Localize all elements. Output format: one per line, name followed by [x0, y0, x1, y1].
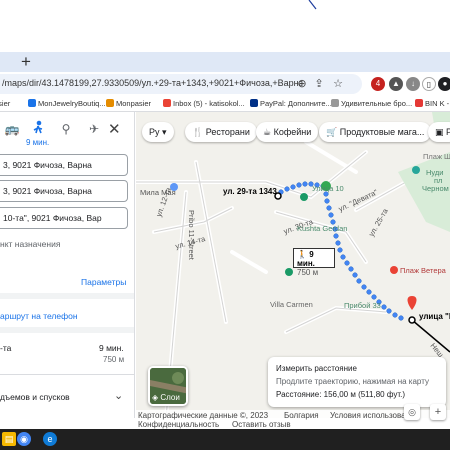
plane-icon[interactable]: ✈	[86, 122, 102, 138]
page-icon	[331, 99, 339, 107]
divider	[0, 293, 134, 299]
paypal-icon	[250, 99, 258, 107]
location-icon[interactable]: ◎	[404, 404, 420, 420]
more-chip[interactable]: ▣ Р	[428, 122, 450, 142]
address-bar[interactable]: /maps/dir/43.1478199,27.9330509/ул.+29-т…	[0, 74, 362, 94]
os-taskbar	[0, 429, 450, 450]
waypoint-input[interactable]: 3, 9021 Фичоза, Варна	[0, 154, 128, 176]
poi-label: Прибой 33	[344, 301, 381, 310]
measure-distance: Расстояние: 156,00 м (511,80 фут.)	[276, 390, 405, 399]
url-text: /maps/dir/43.1478199,27.9330509/ул.+29-т…	[2, 78, 302, 88]
divider	[0, 327, 134, 333]
measure-point-icon[interactable]	[408, 316, 416, 324]
bookmark-item[interactable]: Удивительные бро...	[331, 99, 412, 108]
walking-icon	[33, 120, 43, 134]
new-tab-plus-icon[interactable]: +	[18, 53, 34, 70]
route-time-callout[interactable]: 🚶 9 мин. 750 м	[293, 248, 335, 277]
cafes-chip[interactable]: ☕ Кофейни	[256, 122, 319, 142]
extension-puzzle-icon[interactable]: ▲	[389, 77, 403, 91]
chevron-down-icon[interactable]: ⌄	[114, 389, 123, 402]
poi-label: Villa Carmen	[270, 300, 313, 309]
bookmark-item[interactable]: PayPal: Дополните...	[250, 99, 332, 108]
destination-label: улица "Пр	[419, 312, 450, 321]
walking-icon: 🚶	[297, 250, 307, 259]
bookmark-item[interactable]: Inbox (5) - katisokol...	[163, 99, 245, 108]
bookmark-item[interactable]: Monpasier	[106, 99, 151, 108]
restaurants-chip[interactable]: 🍴 Ресторани	[185, 122, 257, 142]
chrome-icon[interactable]: ◉	[17, 432, 31, 446]
layers-icon: ◈	[152, 393, 159, 402]
bicycle-icon[interactable]: ⚲	[58, 122, 74, 138]
site-icon	[106, 99, 114, 107]
destination-pin-icon[interactable]	[407, 296, 417, 310]
feedback-link[interactable]: Оставить отзыв	[232, 420, 291, 429]
add-destination-link[interactable]: нкт назначения	[0, 239, 60, 249]
tab-strip	[0, 52, 450, 72]
zoom-icon[interactable]: ⊕	[295, 77, 309, 91]
share-icon[interactable]: ⇪	[312, 77, 326, 91]
route-name[interactable]: -та	[0, 343, 11, 353]
download-icon[interactable]: ↓	[406, 77, 420, 91]
walking-time-label: 9 мин.	[26, 138, 50, 147]
extension-badge-icon[interactable]: 4	[371, 77, 385, 91]
bookmark-item[interactable]: asier	[0, 99, 10, 108]
gmail-icon	[163, 99, 171, 107]
groceries-chip[interactable]: 🛒 Продуктовые мага...	[319, 122, 432, 142]
layers-button[interactable]: ◈ Слои	[148, 366, 188, 406]
waypoint-input[interactable]: 3, 9021 Фичоза, Варна	[0, 180, 128, 202]
elevation-section[interactable]: дъемов и спусков	[0, 392, 70, 402]
privacy-link[interactable]: Конфиденциальность	[138, 420, 219, 429]
beach-label: Плаж Шев	[423, 152, 450, 161]
route-distance: 750 м	[103, 355, 125, 364]
edge-icon[interactable]: e	[43, 432, 57, 446]
directions-panel: 🚌 9 мин. ⚲ ✈ ✕ 3, 9021 Фичоза, Варна 3, …	[0, 112, 135, 418]
bookmark-star-icon[interactable]: ☆	[331, 77, 345, 91]
profile-avatar[interactable]: ●	[438, 77, 450, 91]
divider	[0, 374, 134, 375]
language-chip[interactable]: Ру ▾	[142, 122, 174, 142]
poi-label: Kushta Gerdan	[297, 224, 348, 233]
cursor-icon	[308, 0, 317, 10]
route-time: 9 мин.	[99, 343, 124, 353]
sidepanel-icon[interactable]: ▯	[422, 77, 436, 91]
street-label: Pribo 11-Street	[187, 210, 196, 260]
bookmarks-bar: asier MonJewelryBoutiq... Monpasier Inbo…	[0, 96, 450, 112]
poi-label: Улица 10	[312, 184, 344, 193]
start-address-label: ул. 29-та 1343	[223, 187, 277, 196]
map-data-credit: Картографические данные ©, 2023	[138, 411, 269, 420]
poi-label: Черном	[422, 184, 449, 193]
transit-icon[interactable]: 🚌	[4, 122, 20, 138]
site-icon	[415, 99, 423, 107]
window-top-area	[0, 0, 450, 52]
measure-title: Измерить расстояние	[276, 364, 357, 373]
poi-label: Плаж Ветера	[400, 266, 446, 275]
close-icon[interactable]: ✕	[108, 120, 121, 138]
measure-distance-card: Измерить расстояние Продлите траекторию,…	[268, 357, 446, 407]
measure-hint: Продлите траекторию, нажимая на карту	[276, 377, 429, 386]
bookmark-item[interactable]: BIN K -	[415, 99, 449, 108]
country-link[interactable]: Болгария	[284, 411, 319, 420]
bookmark-item[interactable]: MonJewelryBoutiq...	[28, 99, 106, 108]
send-to-phone-link[interactable]: аршрут на телефон	[0, 311, 78, 321]
zoom-in-icon[interactable]: +	[430, 404, 446, 420]
map-attribution-bar: Картографические данные ©, 2023 Болгария…	[136, 410, 450, 429]
file-explorer-icon[interactable]: ▤	[2, 432, 16, 446]
globe-icon	[28, 99, 36, 107]
options-link[interactable]: Параметры	[81, 277, 126, 287]
waypoint-input[interactable]: 10-та", 9021 Фичоза, Вар	[0, 207, 128, 229]
